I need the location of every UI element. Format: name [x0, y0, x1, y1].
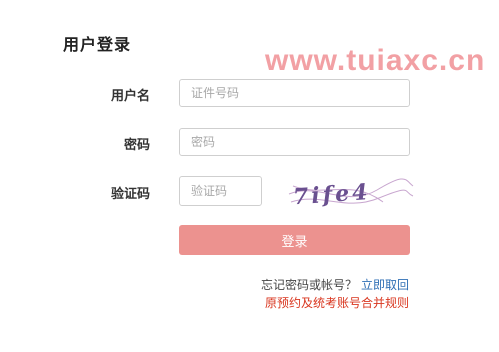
captcha-image[interactable]: 7ife4 — [287, 172, 415, 216]
forgot-account-text: 忘记密码或帐号？ — [260, 278, 357, 292]
captcha-input[interactable] — [179, 176, 262, 206]
captcha-text: 7ife4 — [292, 179, 371, 210]
username-label: 用户名 — [110, 89, 150, 104]
password-label: 密码 — [123, 138, 150, 153]
password-input[interactable] — [179, 128, 410, 156]
username-input[interactable] — [179, 79, 410, 107]
login-page: 用户登录 www.tuiaxc.cn 用户名 密码 验证码 7ife4 登录 忘… — [0, 0, 499, 352]
site-watermark: www.tuiaxc.cn — [265, 44, 486, 77]
account-merge-rules-link[interactable]: 原预约及统考账号合并规则 — [265, 294, 409, 311]
retrieve-account-link[interactable]: 立即取回 — [361, 278, 409, 292]
captcha-label: 验证码 — [110, 187, 150, 202]
forgot-account-row: 忘记密码或帐号？ 立即取回 — [261, 276, 409, 293]
login-button[interactable]: 登录 — [179, 225, 410, 255]
page-title: 用户登录 — [63, 35, 132, 54]
